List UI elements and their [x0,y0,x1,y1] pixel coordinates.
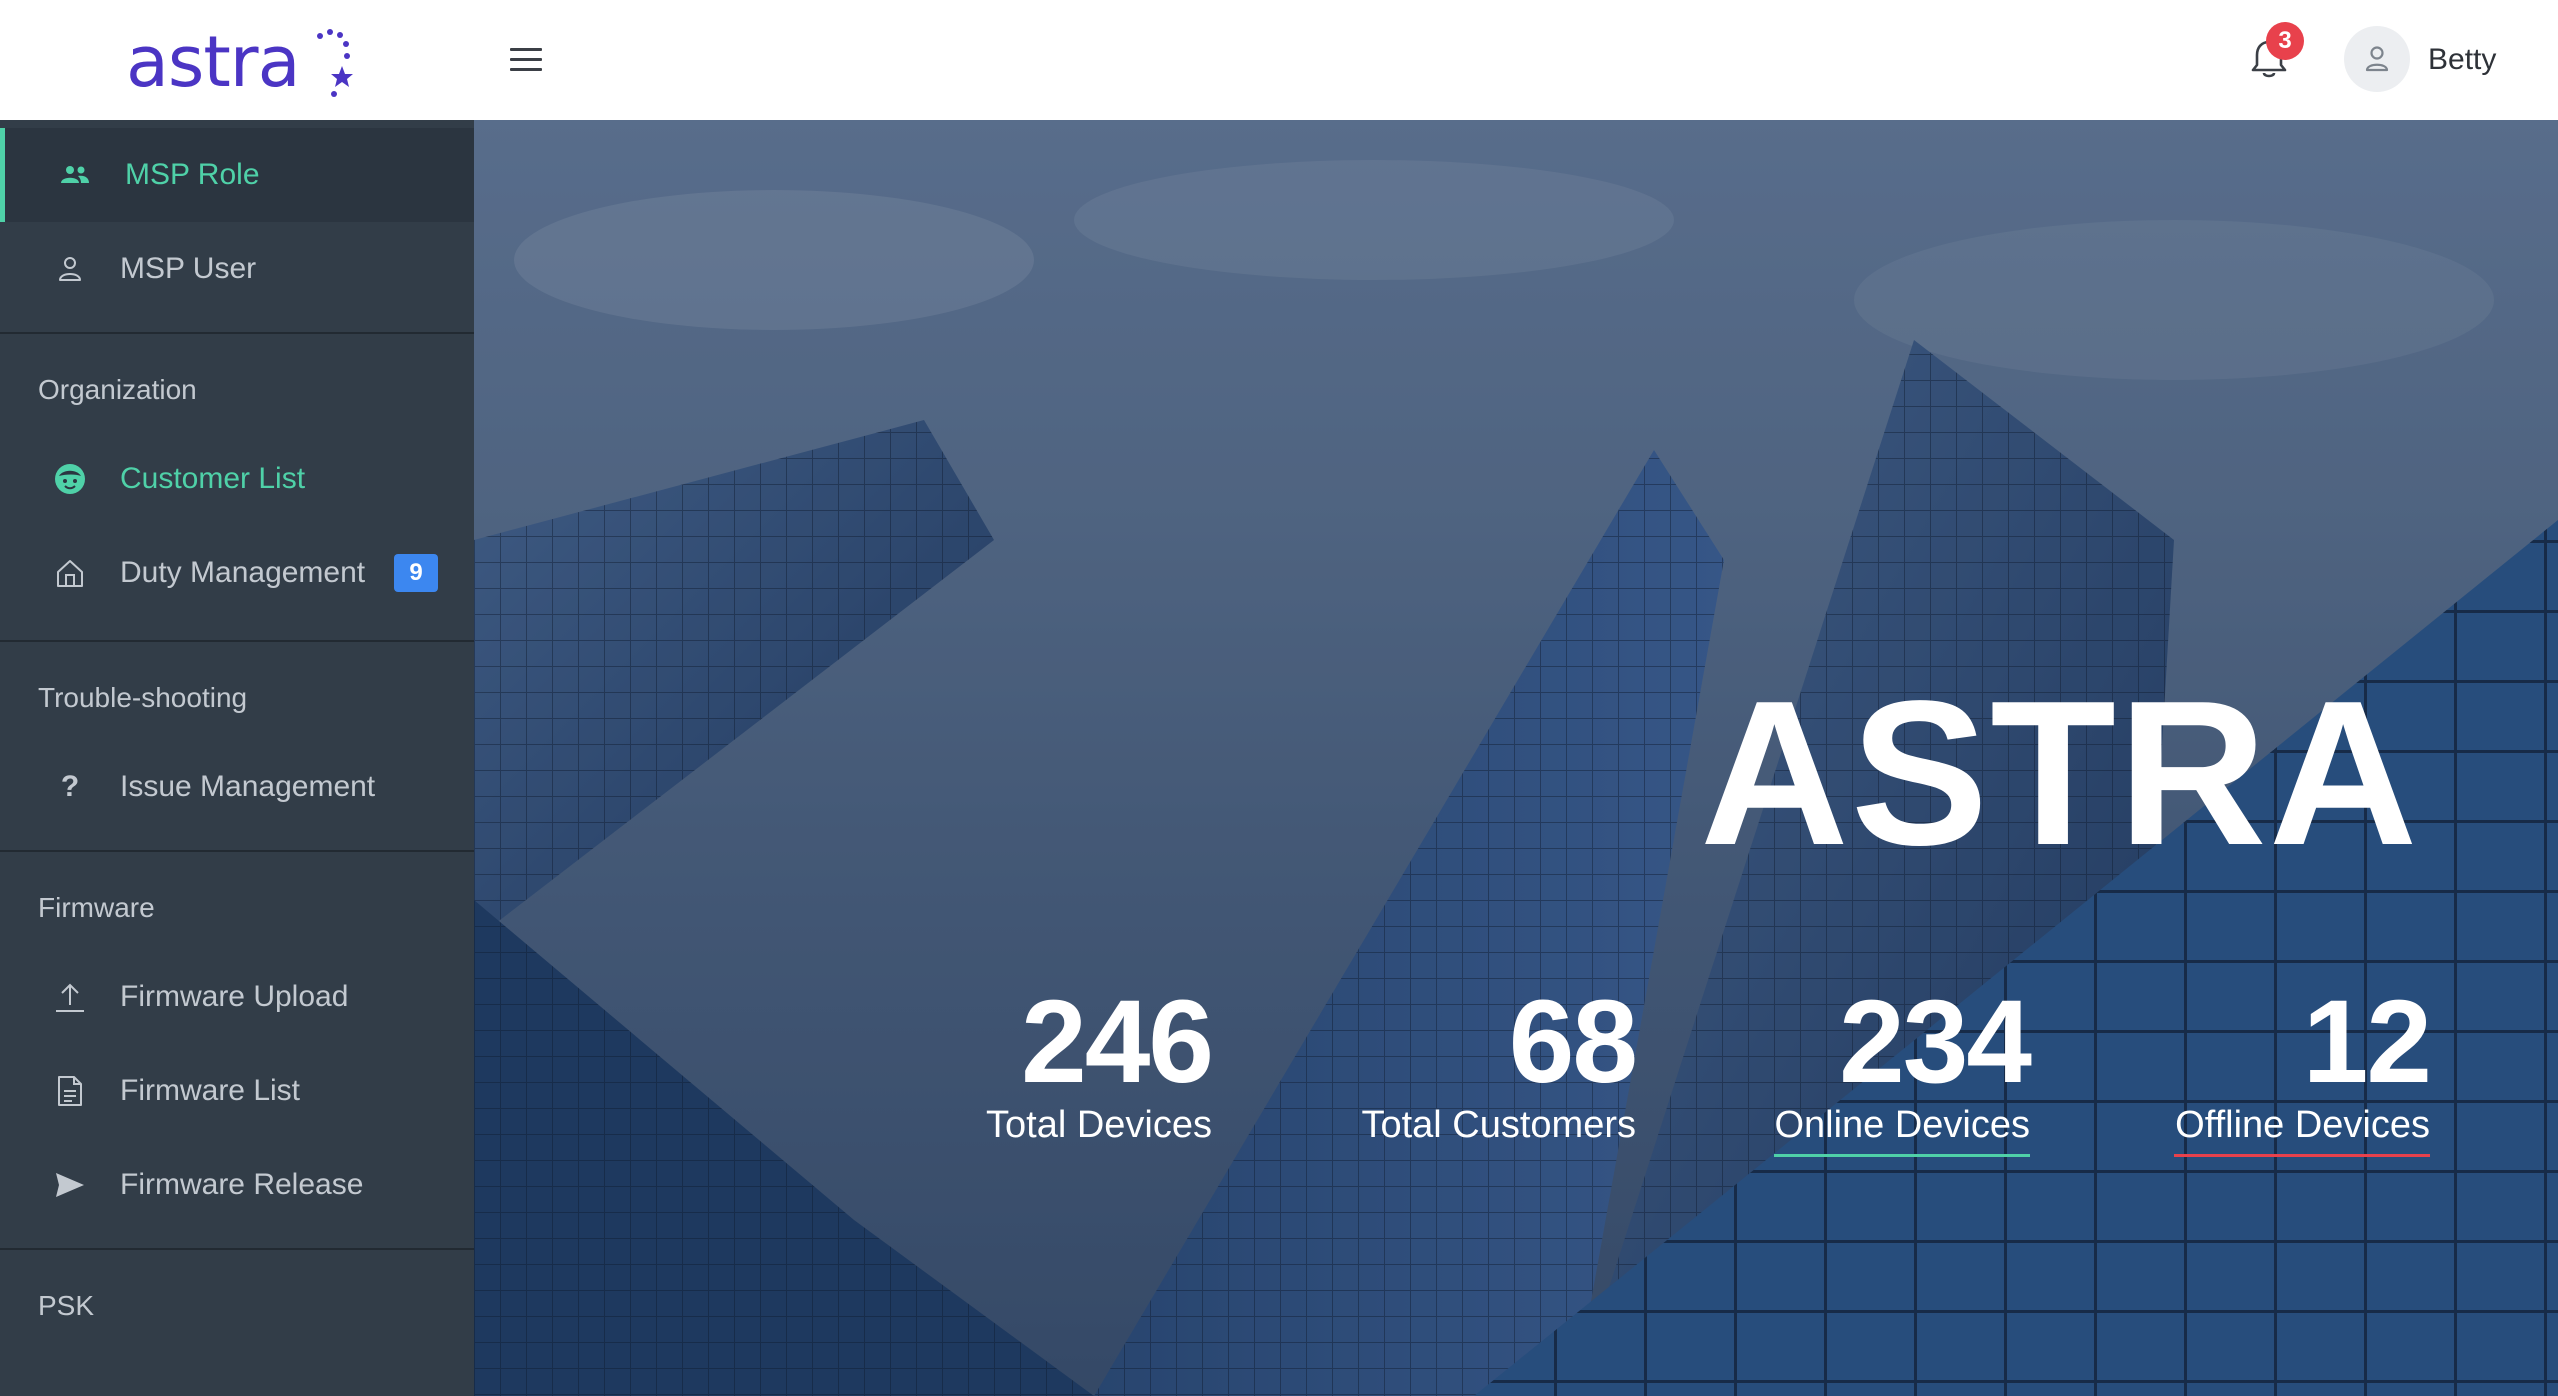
sidebar-item-label: Firmware Upload [120,980,349,1013]
online-underline [1774,1154,2030,1157]
send-icon [52,1167,88,1203]
top-header: astra 3 Betty [0,0,2558,120]
offline-underline [2174,1154,2430,1157]
logo-stars-icon [317,29,353,97]
sidebar-item-label: Issue Management [120,770,376,803]
sidebar-item-label: MSP User [120,252,257,285]
group-icon [57,157,93,193]
stat-value: 12 [2302,976,2432,1108]
sidebar-divider [0,332,474,334]
stat-total-customers: 68 Total Customers [1354,976,1638,1148]
stat-label: Offline Devices [2175,1104,2430,1146]
sidebar-item-msp-user[interactable]: MSP User [0,222,474,316]
stat-label: Total Customers [1361,1104,1636,1146]
sidebar-divider [0,640,474,642]
customer-face-icon [52,461,88,497]
upload-icon [52,979,88,1015]
sidebar-item-duty-management[interactable]: Duty Management 9 [0,526,474,620]
sidebar-item-label: MSP Role [125,158,260,191]
stat-label: Online Devices [1774,1104,2030,1146]
stat-online-devices[interactable]: 234 Online Devices [1774,976,2032,1157]
hero-banner: ASTRA 246 Total Devices 68 Total Custome… [474,120,2558,1396]
sidebar-item-firmware-list[interactable]: Firmware List [0,1044,474,1138]
sidebar-item-msp-role[interactable]: MSP Role [0,128,474,222]
hero-title: ASTRA [1700,658,2420,888]
section-title-psk: PSK [38,1290,95,1321]
section-title-firmware: Firmware [38,892,155,923]
section-title-organization: Organization [38,374,197,405]
menu-toggle-button[interactable] [510,48,542,72]
sidebar-item-firmware-upload[interactable]: Firmware Upload [0,950,474,1044]
question-icon: ? [60,770,80,803]
home-icon [52,555,88,591]
stat-total-devices: 246 Total Devices [976,976,1214,1148]
stat-value: 234 [1839,976,2032,1108]
user-icon [2365,46,2389,72]
sidebar-item-customer-list[interactable]: Customer List [0,432,474,526]
sidebar-item-label: Firmware List [120,1074,301,1107]
sidebar-item-issue-management[interactable]: ? Issue Management [0,740,474,834]
astra-logo[interactable]: astra [126,22,356,102]
stat-label: Total Devices [986,1104,1212,1146]
count-badge: 9 [394,554,438,592]
hamburger-line [510,68,542,71]
sidebar-divider [0,850,474,852]
sidebar-divider [0,1248,474,1250]
sidebar-item-firmware-release[interactable]: Firmware Release [0,1138,474,1232]
section-title-trouble-shooting: Trouble-shooting [38,682,248,713]
avatar[interactable] [2344,26,2410,92]
user-name[interactable]: Betty [2428,40,2496,80]
sidebar-item-label: Duty Management [120,556,366,589]
user-icon [52,251,88,287]
stat-value: 68 [1508,976,1638,1108]
sidebar-item-label: Firmware Release [120,1168,364,1201]
sidebar-item-label: Customer List [120,462,306,495]
logo-text: astra [126,21,300,103]
hamburger-line [510,58,542,61]
hamburger-line [510,48,542,51]
document-icon [52,1073,88,1109]
stat-value: 246 [1021,976,1214,1108]
notification-count-badge: 3 [2266,22,2304,60]
stat-offline-devices[interactable]: 12 Offline Devices [2174,976,2432,1157]
sidebar: MSP Role MSP User Organization Customer … [0,120,474,1396]
